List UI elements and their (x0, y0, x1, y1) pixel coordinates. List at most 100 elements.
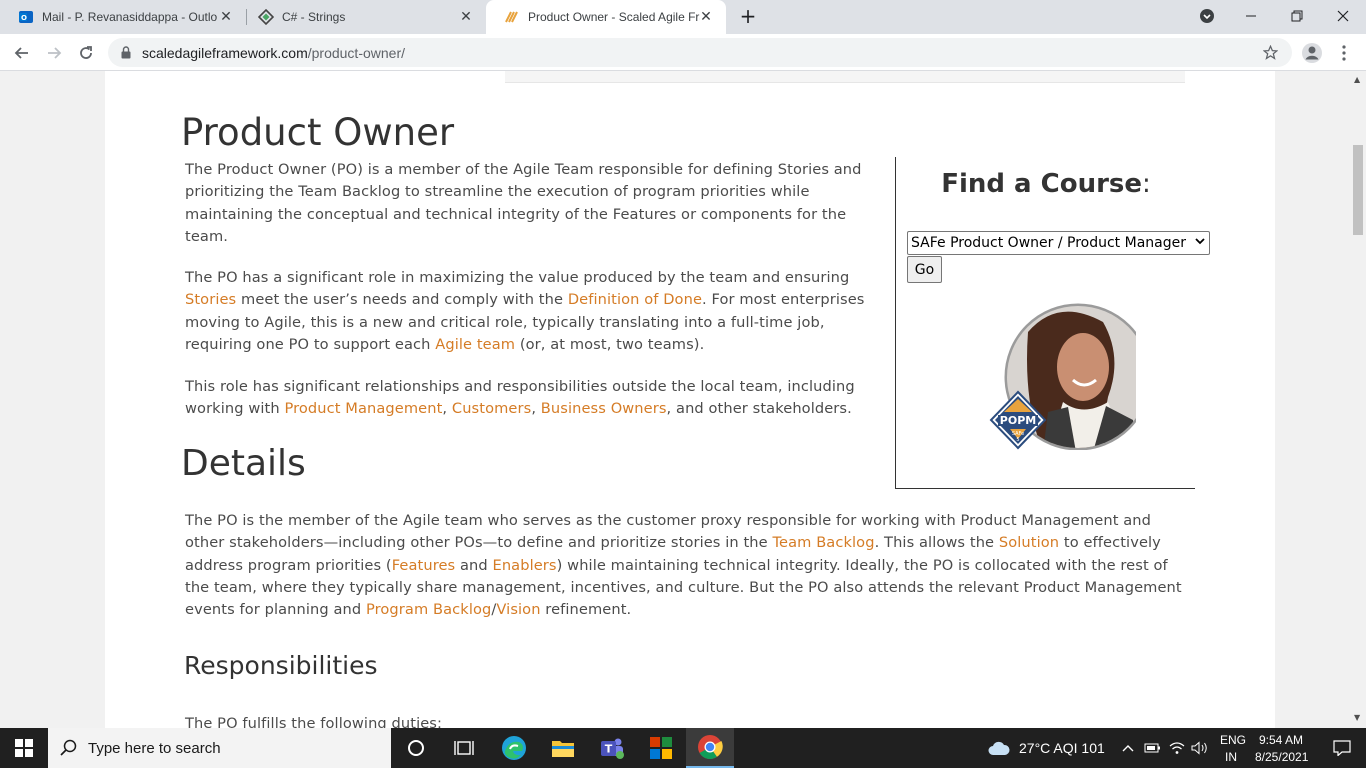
cortana-icon[interactable] (392, 728, 440, 768)
battery-icon[interactable] (1142, 728, 1164, 768)
browser-toolbar: scaledagileframework.com/product-owner/ (0, 34, 1366, 71)
restore-button[interactable] (1274, 0, 1320, 32)
weather-text[interactable]: 27°C AQI 101 (1019, 740, 1105, 756)
notification-center-icon[interactable] (1318, 728, 1366, 768)
teams-icon[interactable]: T (588, 728, 636, 768)
new-tab-button[interactable]: + (733, 0, 763, 32)
tab-title: C# - Strings (282, 10, 346, 24)
course-portrait-graphic: POPM SAFe 5 (989, 303, 1152, 451)
link-agile-team[interactable]: Agile team (435, 336, 515, 353)
text-span: (or, at most, two teams). (515, 335, 705, 353)
tab-product-owner[interactable]: Product Owner - Scaled Agile Fra ✕ (486, 0, 726, 34)
page-content: Product Owner The Product Owner (PO) is … (105, 71, 1275, 728)
text-span: , (531, 400, 541, 418)
scroll-down-icon[interactable]: ▼ (1354, 713, 1360, 722)
windows-start-icon[interactable] (0, 728, 48, 768)
course-select-value: SAFe Product Owner / Product Manager (911, 235, 1186, 251)
scroll-up-icon[interactable]: ▲ (1354, 75, 1360, 84)
profile-avatar-icon[interactable] (1298, 39, 1326, 67)
close-tab-icon[interactable]: ✕ (458, 9, 474, 25)
header-bar-remnant (505, 71, 1185, 83)
intro-paragraph-3: This role has significant relationships … (185, 376, 875, 421)
lock-icon[interactable] (120, 46, 132, 59)
link-enablers[interactable]: Enablers (493, 557, 557, 574)
tab-title: Product Owner - Scaled Agile Fra (528, 10, 700, 24)
badge-text: POPM (1000, 414, 1036, 427)
volume-icon[interactable] (1188, 728, 1212, 768)
search-placeholder: Type here to search (88, 739, 221, 757)
link-features[interactable]: Features (392, 557, 456, 574)
find-a-course-widget: Find a Course: SAFe Product Owner / Prod… (895, 157, 1210, 489)
find-course-colon: : (1142, 169, 1151, 199)
find-course-title-text: Find a Course (941, 169, 1143, 199)
course-select[interactable]: SAFe Product Owner / Product Manager (907, 231, 1210, 255)
go-button[interactable]: Go (907, 256, 942, 283)
link-stories[interactable]: Stories (185, 291, 236, 308)
link-solution[interactable]: Solution (999, 534, 1059, 551)
reload-button[interactable] (72, 39, 100, 67)
link-definition-of-done[interactable]: Definition of Done (568, 291, 702, 308)
safe-logo-icon (505, 11, 518, 23)
page-viewport: Product Owner The Product Owner (PO) is … (0, 71, 1350, 728)
office-apps-icon[interactable] (637, 728, 685, 768)
tab-search-icon[interactable] (1184, 0, 1230, 32)
link-vision[interactable]: Vision (496, 601, 540, 618)
back-button[interactable] (8, 39, 36, 67)
intro-paragraph-2: The PO has a significant role in maximiz… (185, 267, 875, 356)
windows-taskbar: Type here to search T 27°C AQI 101 ENG I… (0, 728, 1366, 768)
tab-csharp-strings[interactable]: C# - Strings ✕ (240, 0, 486, 34)
outlook-icon: O (19, 11, 33, 23)
svg-text:T: T (605, 743, 613, 756)
url-domain: scaledagileframework.com (142, 44, 308, 61)
clock-time[interactable]: 9:54 AM (1259, 733, 1303, 747)
scrollbar-thumb[interactable] (1353, 145, 1363, 235)
badge-num: 5 (1016, 437, 1019, 443)
taskbar-search-box[interactable]: Type here to search (48, 728, 391, 768)
close-tab-icon[interactable]: ✕ (698, 9, 714, 25)
task-view-icon[interactable] (440, 728, 488, 768)
text-span: meet the user’s needs and comply with th… (236, 291, 568, 309)
intro-paragraph-1: The Product Owner (PO) is a member of th… (185, 161, 862, 245)
responsibilities-intro: The PO fulfills the following duties: (185, 715, 443, 728)
region-indicator[interactable]: IN (1225, 750, 1237, 764)
find-course-title: Find a Course: (896, 169, 1196, 199)
chevron-down-icon (1195, 235, 1205, 248)
link-team-backlog[interactable]: Team Backlog (772, 534, 874, 551)
tab-outlook[interactable]: O Mail - P. Revanasiddappa - Outlo ✕ (0, 0, 246, 34)
link-business-owners[interactable]: Business Owners (541, 400, 667, 417)
page-scrollbar[interactable]: ▲ ▼ (1350, 71, 1366, 728)
browser-tab-strip: O Mail - P. Revanasiddappa - Outlo ✕ C# … (0, 0, 1366, 34)
text-span: The PO has a significant role in maximiz… (185, 269, 850, 286)
weather-cloud-icon[interactable] (986, 728, 1012, 768)
url-path: /product-owner/ (307, 44, 406, 61)
popm-course-image[interactable]: POPM SAFe 5 (988, 302, 1152, 451)
page-title: Product Owner (181, 111, 455, 154)
text-span: refinement. (540, 601, 632, 619)
wifi-icon[interactable] (1166, 728, 1188, 768)
file-explorer-icon[interactable] (539, 728, 587, 768)
details-heading: Details (181, 443, 306, 484)
language-indicator[interactable]: ENG (1220, 733, 1246, 747)
details-paragraph: The PO is the member of the Agile team w… (185, 510, 1195, 621)
forward-button[interactable] (40, 39, 68, 67)
close-window-button[interactable] (1320, 0, 1366, 32)
bookmark-star-icon[interactable] (1263, 45, 1278, 60)
link-program-backlog[interactable]: Program Backlog (366, 601, 491, 618)
text-span: and (455, 556, 493, 574)
search-icon (60, 739, 77, 756)
text-span: . This allows the (874, 534, 999, 552)
chrome-taskbar-icon[interactable] (686, 728, 734, 768)
link-product-management[interactable]: Product Management (284, 400, 442, 417)
link-customers[interactable]: Customers (452, 400, 531, 417)
browser-menu-icon[interactable] (1330, 39, 1358, 67)
address-bar[interactable]: scaledagileframework.com/product-owner/ (108, 38, 1292, 67)
url-text: scaledagileframework.com/product-owner/ (142, 45, 405, 61)
edge-browser-icon[interactable] (490, 728, 538, 768)
close-tab-icon[interactable]: ✕ (218, 9, 234, 25)
responsibilities-heading: Responsibilities (184, 651, 378, 680)
chevron-up-icon[interactable] (1118, 728, 1138, 768)
text-span: , and other stakeholders. (666, 400, 852, 418)
minimize-button[interactable] (1228, 0, 1274, 32)
text-span: , (442, 400, 452, 418)
clock-date[interactable]: 8/25/2021 (1255, 750, 1308, 764)
